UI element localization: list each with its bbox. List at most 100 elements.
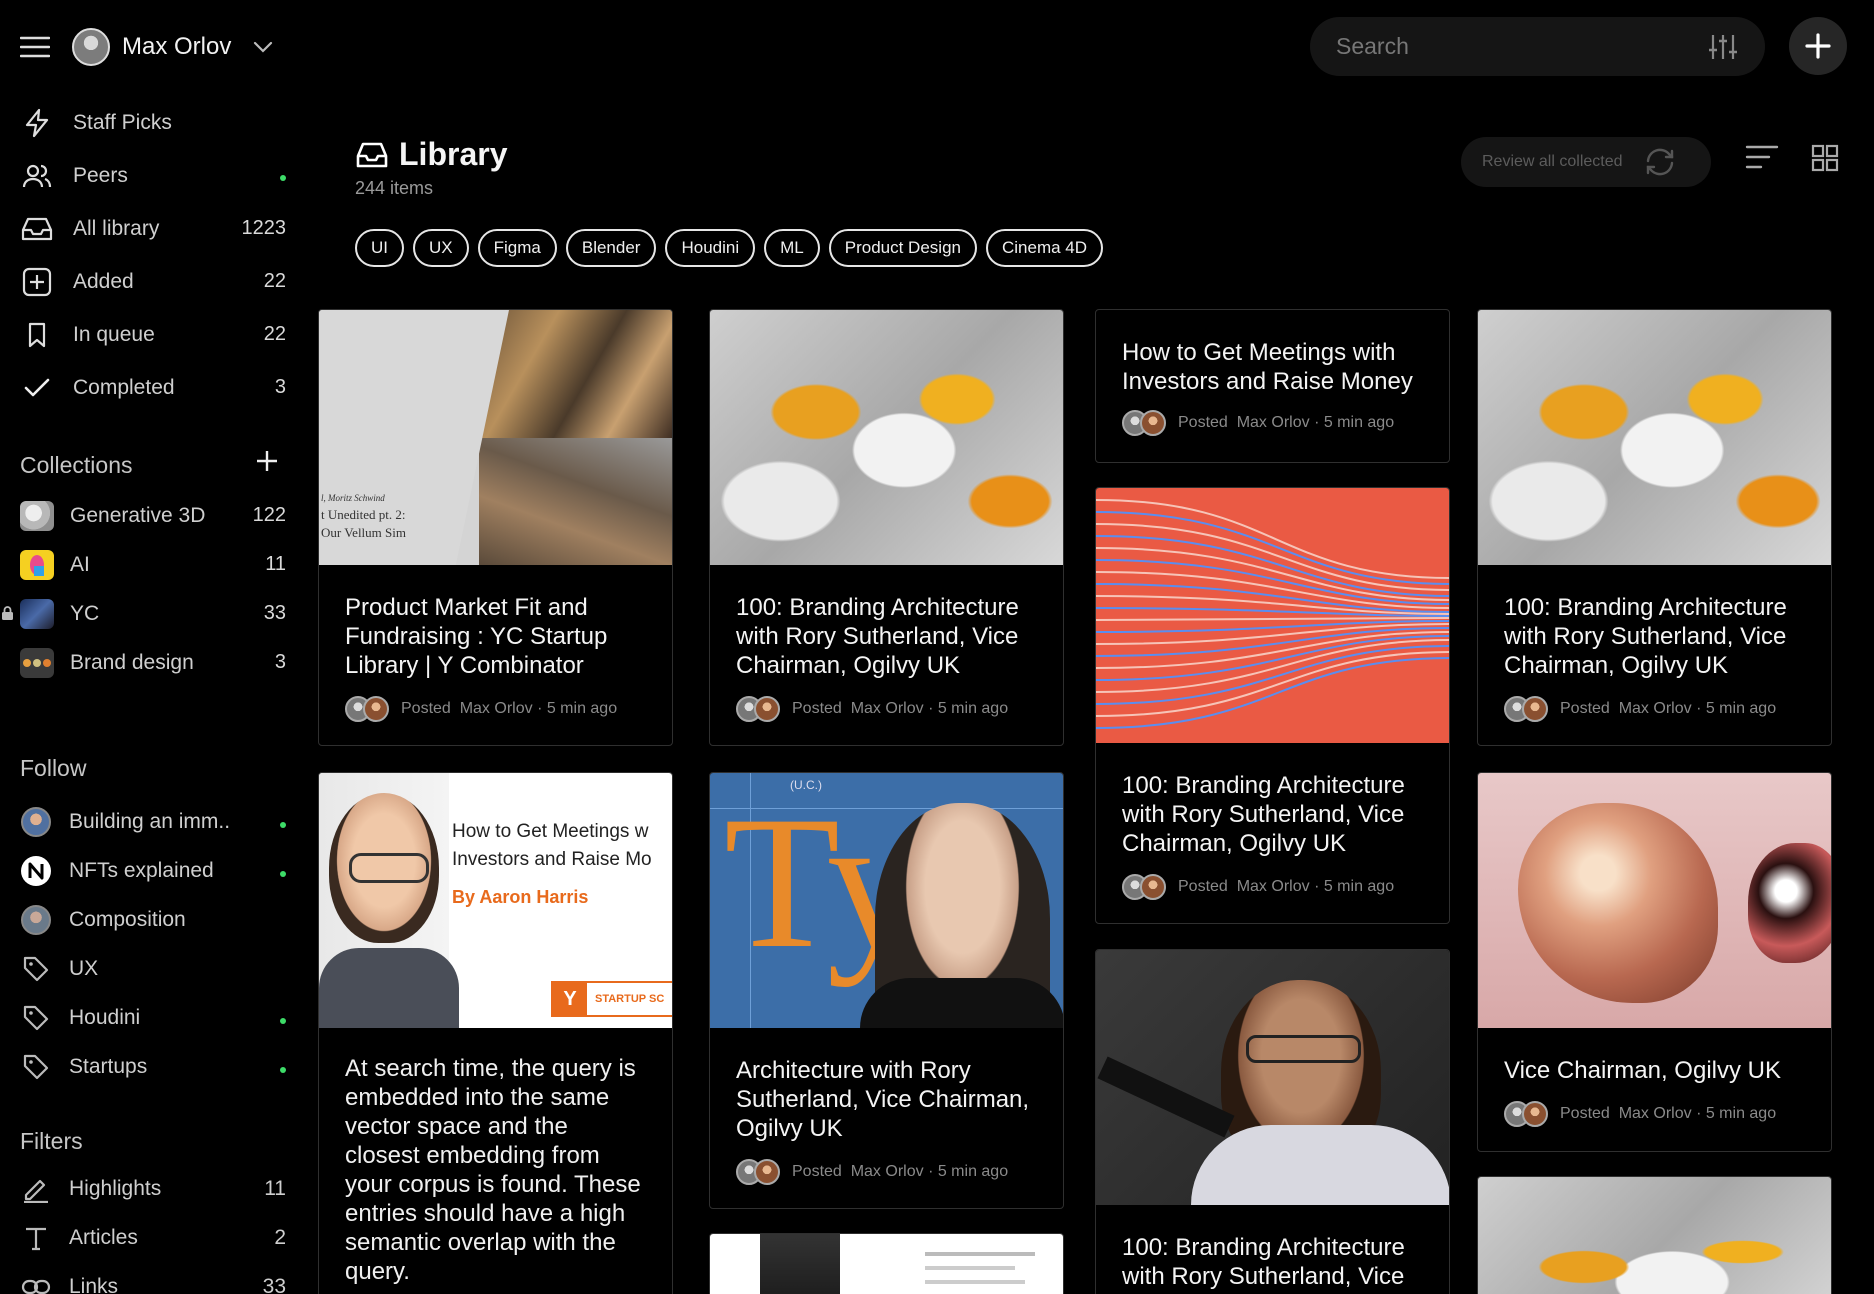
sort-icon[interactable]	[1745, 144, 1779, 170]
filter-count: 33	[262, 1274, 286, 1294]
user-switcher[interactable]: Max Orlov	[72, 28, 273, 66]
avatar	[72, 28, 110, 66]
filter-item-links[interactable]: Links 33	[20, 1262, 290, 1294]
avatar-pair	[1122, 410, 1166, 436]
filter-count: 2	[274, 1225, 286, 1249]
tag-chips: UI UX Figma Blender Houdini ML Product D…	[355, 229, 1104, 267]
follow-item[interactable]: Startups	[20, 1042, 290, 1091]
library-card[interactable]: 100: Branding Architecture with Rory Sut…	[1095, 487, 1450, 924]
follow-label: UX	[69, 956, 99, 980]
library-card[interactable]: 100: Branding Architecture with Rory Sut…	[709, 309, 1064, 746]
meta-time: · 5 min ago	[1696, 1105, 1777, 1122]
collection-item[interactable]: Brand design 3	[20, 638, 290, 687]
nav-item-staff-picks[interactable]: Staff Picks	[20, 96, 290, 149]
nav-count: 22	[263, 270, 286, 292]
menu-icon[interactable]	[20, 36, 50, 58]
card-meta: Posted Max Orlov · 5 min ago	[1478, 696, 1831, 722]
plus-icon	[257, 451, 277, 471]
lock-icon	[1, 606, 14, 621]
chip-figma[interactable]: Figma	[477, 229, 557, 267]
yc-logo: Y	[553, 983, 587, 1015]
card-meta: Posted Max Orlov · 5 min ago	[1096, 410, 1449, 436]
collection-item[interactable]: Generative 3D 122	[20, 491, 290, 540]
avatar	[21, 806, 51, 837]
card-meta: Posted Max Orlov · 5 min ago	[1096, 874, 1449, 900]
nav-label: Added	[73, 269, 134, 293]
avatar	[21, 904, 51, 935]
meta-posted: Posted	[401, 700, 451, 717]
collection-thumbnail	[20, 549, 54, 580]
follow-item[interactable]: UX	[20, 944, 290, 993]
library-card[interactable]: 100: Branding Architecture with Rory Sut…	[1095, 949, 1450, 1294]
nav-item-completed[interactable]: Completed 3	[20, 361, 290, 414]
collection-item[interactable]: YC 33	[2, 589, 290, 638]
card-image	[1096, 950, 1449, 1205]
card-title: How to Get Meetings with Investors and R…	[1122, 339, 1413, 395]
sliders-icon[interactable]	[1707, 33, 1739, 61]
chip-ml[interactable]: ML	[764, 229, 820, 267]
meta-time: · 5 min ago	[1696, 700, 1777, 717]
library-card[interactable]: How to Get Meetings w Investors and Rais…	[318, 772, 673, 1294]
meta-time: · 5 min ago	[1314, 878, 1395, 895]
review-label: Review all collected	[1482, 153, 1623, 170]
search-input[interactable]	[1336, 33, 1707, 60]
meta-time: · 5 min ago	[928, 700, 1009, 717]
follow-heading: Follow	[20, 755, 87, 781]
card-title: 100: Branding Architecture with Rory Sut…	[736, 594, 1019, 679]
image-text: Our Vellum Sim	[321, 525, 406, 540]
page-title: Library	[356, 136, 507, 173]
chip-houdini[interactable]: Houdini	[665, 229, 756, 267]
nav-item-in-queue[interactable]: In queue 22	[20, 308, 290, 361]
avatar-pair	[1504, 1101, 1548, 1127]
meta-posted: Posted	[792, 700, 842, 717]
library-card[interactable]: Vice Chairman, Ogilvy UK Posted Max Orlo…	[1477, 772, 1832, 1152]
plus-icon	[1805, 33, 1831, 59]
inbox-icon	[20, 212, 54, 246]
chip-ui[interactable]: UI	[355, 229, 404, 267]
nav-item-added[interactable]: Added 22	[20, 255, 290, 308]
library-card[interactable]: 100: Branding Architecture with Rory Sut…	[1477, 309, 1832, 746]
meta-author: Max Orlov	[850, 700, 924, 717]
chip-ux[interactable]: UX	[413, 229, 469, 267]
card-image: How to Get Meetings w Investors and Rais…	[319, 773, 672, 1028]
filter-item-articles[interactable]: Articles 2	[20, 1213, 290, 1262]
filter-item-highlights[interactable]: Highlights 11	[20, 1164, 290, 1213]
meta-author: Max Orlov	[850, 1163, 924, 1180]
meta-posted: Posted	[1560, 700, 1610, 717]
nav-count: 22	[263, 323, 286, 345]
chip-blender[interactable]: Blender	[565, 229, 657, 267]
add-collection-button[interactable]	[256, 450, 278, 472]
library-card[interactable]	[709, 1233, 1064, 1294]
follow-item[interactable]: NFTs explained	[20, 846, 290, 895]
follow-item[interactable]: Building an imm..	[20, 797, 290, 846]
library-card[interactable]: How to Get Meetings with Investors and R…	[1095, 309, 1450, 463]
avatar-pair	[1504, 696, 1548, 722]
chip-cinema-4d[interactable]: Cinema 4D	[985, 229, 1104, 267]
follow-label: Composition	[69, 907, 186, 931]
card-image	[710, 1234, 1063, 1294]
card-body: At search time, the query is embedded in…	[345, 1055, 641, 1285]
chip-product-design[interactable]: Product Design	[828, 229, 977, 267]
nav-item-peers[interactable]: Peers	[20, 149, 290, 202]
follow-label: Building an imm..	[69, 809, 231, 833]
nav-label: Completed	[73, 375, 175, 399]
sidebar: Max Orlov Staff Picks Peers All library …	[0, 0, 300, 1294]
card-image	[1478, 773, 1831, 1028]
review-all-button[interactable]: Review all collected	[1461, 137, 1711, 187]
follow-item[interactable]: Composition	[20, 895, 290, 944]
follow-item[interactable]: Houdini	[20, 993, 290, 1042]
library-card[interactable]: (U.C.) Ty Architecture with Rory Sutherl…	[709, 772, 1064, 1209]
library-card[interactable]: l, Moritz Schwind t Unedited pt. 2: Our …	[318, 309, 673, 746]
collection-item[interactable]: AI 11	[20, 540, 290, 589]
meta-author: Max Orlov	[1618, 1105, 1692, 1122]
bookmark-icon	[20, 318, 54, 352]
filter-label: Articles	[69, 1225, 138, 1249]
nav-item-all-library[interactable]: All library 1223	[20, 202, 290, 255]
grid-view-icon[interactable]	[1811, 144, 1839, 172]
meta-time: · 5 min ago	[1314, 414, 1395, 431]
unread-dot	[260, 1006, 290, 1030]
tag-icon	[20, 1002, 52, 1034]
add-button[interactable]	[1789, 17, 1847, 75]
library-card[interactable]	[1477, 1176, 1832, 1294]
collection-thumbnail	[20, 647, 54, 678]
